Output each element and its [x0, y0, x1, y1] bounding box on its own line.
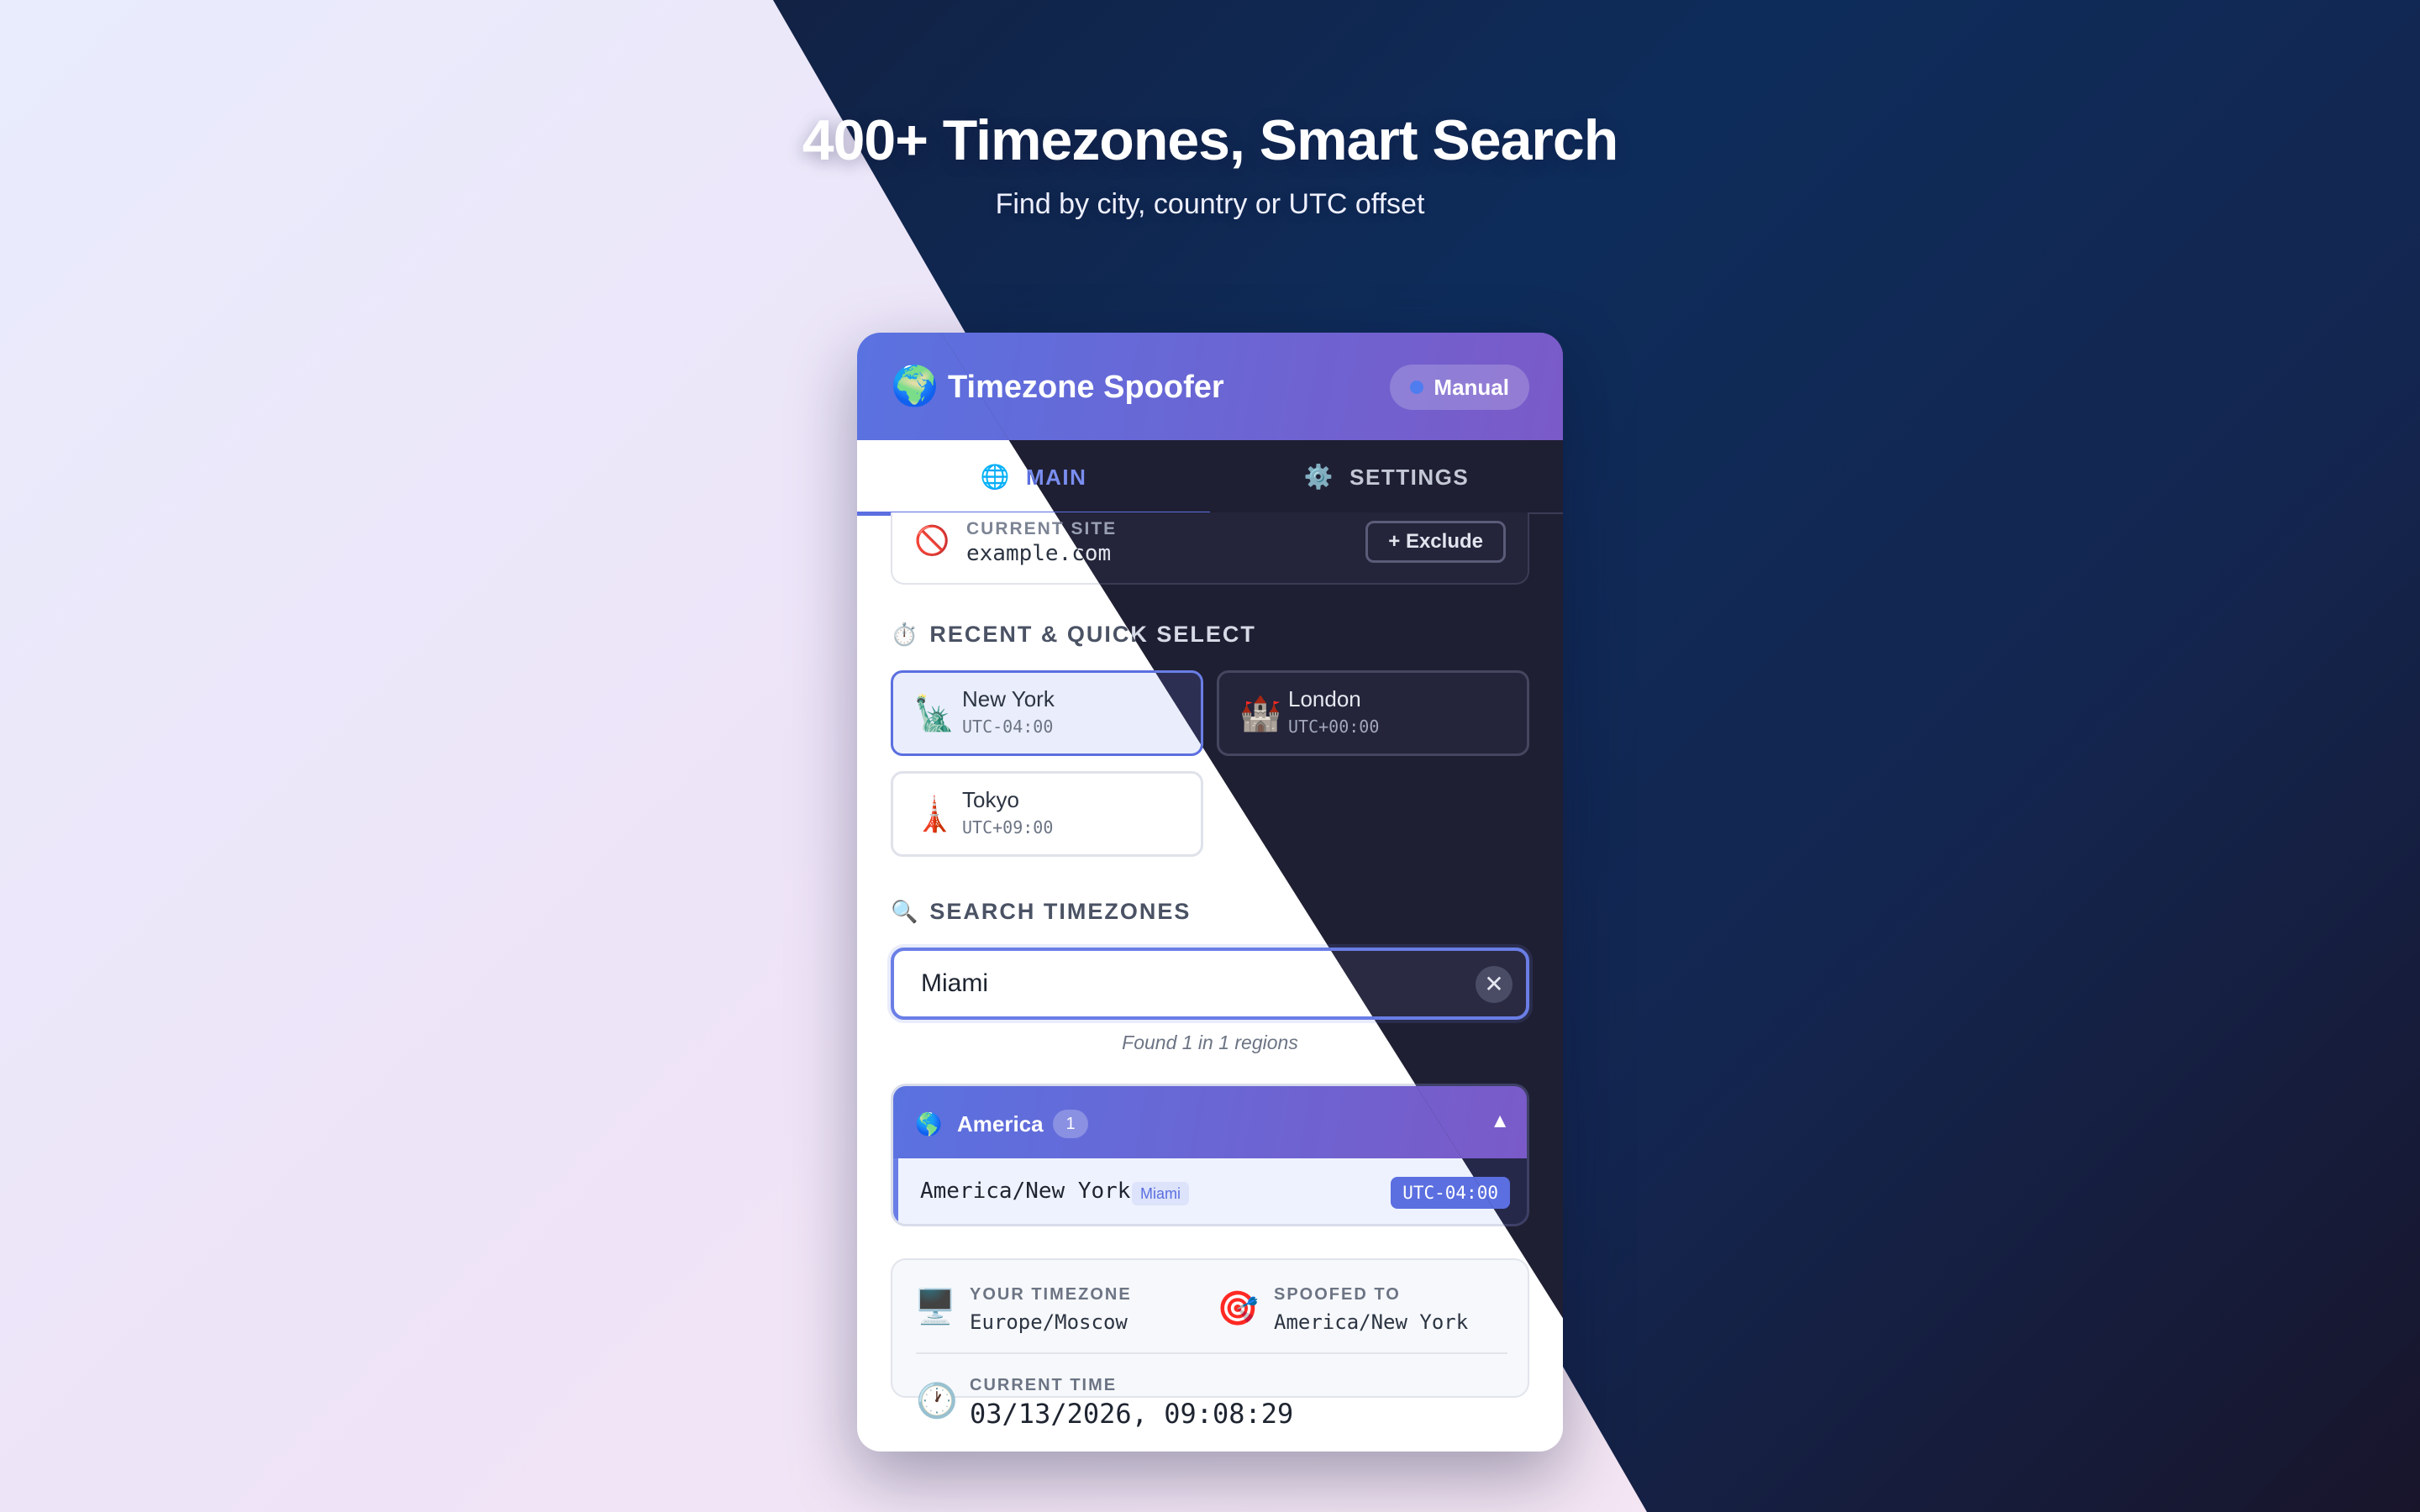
gear-icon: ⚙️ [1303, 464, 1335, 490]
globe-americas-icon: 🌎 [915, 1111, 943, 1137]
tab-settings[interactable]: ⚙️ SETTINGS [1210, 440, 1563, 514]
quick-select-tokyo[interactable]: 🗼 Tokyo UTC+09:00 [891, 771, 1203, 857]
timezone-name: America/New York [920, 1179, 1131, 1204]
collapse-icon[interactable]: ▲ [1490, 1110, 1510, 1133]
search-icon: 🔍 [891, 899, 918, 924]
quick-city: New York [962, 686, 1055, 711]
your-timezone-label: YOUR TIMEZONE [970, 1285, 1132, 1304]
search-heading: 🔍 SEARCH TIMEZONES [891, 899, 1191, 925]
computer-icon: 🖥️ [914, 1289, 956, 1326]
stopwatch-icon: ⏱️ [891, 622, 918, 647]
extension-popup: 🌍 Timezone Spoofer Manual 🌐MAIN ⚙️SETTIN… [857, 333, 1563, 1452]
quick-select-london[interactable]: 🏰 London UTC+00:00 [1217, 670, 1529, 756]
quick-offset: UTC+09:00 [962, 817, 1054, 837]
hero: 400+ Timezones, Smart Search Find by cit… [0, 108, 2420, 221]
hero-title: 400+ Timezones, Smart Search [802, 108, 1618, 172]
clear-icon[interactable]: ✕ [1476, 966, 1512, 1003]
timezone-result-row[interactable]: America/New York Miami UTC-04:00 [893, 1158, 1527, 1224]
search-title: SEARCH TIMEZONES [929, 899, 1192, 924]
mode-label: Manual [1434, 375, 1509, 400]
region-name: America [957, 1111, 1044, 1137]
exclude-button[interactable]: + Exclude [1365, 521, 1506, 563]
divider [916, 1352, 1507, 1354]
castle-icon: 🏰 [1239, 696, 1281, 732]
target-icon: 🎯 [1217, 1290, 1259, 1327]
tokyo-tower-icon: 🗼 [913, 796, 955, 833]
current-time-label: CURRENT TIME [970, 1376, 1118, 1394]
search-input-value: Miami [921, 969, 988, 997]
quick-city: London [1288, 686, 1361, 711]
clock-icon: 🕐 [916, 1383, 958, 1420]
mode-dot-icon [1410, 381, 1424, 394]
your-timezone-value: Europe/Moscow [970, 1310, 1128, 1334]
statue-of-liberty-icon: 🗽 [913, 696, 955, 732]
spoofed-to-label: SPOOFED TO [1274, 1285, 1401, 1304]
quick-offset: UTC-04:00 [962, 717, 1054, 737]
hero-subtitle: Find by city, country or UTC offset [995, 188, 1425, 220]
app-title: Timezone Spoofer [948, 370, 1224, 405]
region-count-badge: 1 [1053, 1110, 1088, 1138]
tab-settings-label: SETTINGS [1349, 465, 1470, 490]
prohibited-icon: 🚫 [914, 525, 950, 557]
quick-offset: UTC+00:00 [1288, 717, 1380, 737]
mode-toggle-button[interactable]: Manual [1390, 365, 1529, 410]
match-badge: Miami [1132, 1182, 1189, 1205]
globe-grid-icon: 🌐 [980, 464, 1011, 490]
quick-select-new-york[interactable]: 🗽 New York UTC-04:00 [891, 670, 1203, 756]
spoofed-to-value: America/New York [1274, 1310, 1469, 1334]
current-time-value: 03/13/2026, 09:08:29 [970, 1398, 1294, 1430]
globe-icon: 🌍 [891, 364, 939, 407]
quick-city: Tokyo [962, 787, 1019, 812]
